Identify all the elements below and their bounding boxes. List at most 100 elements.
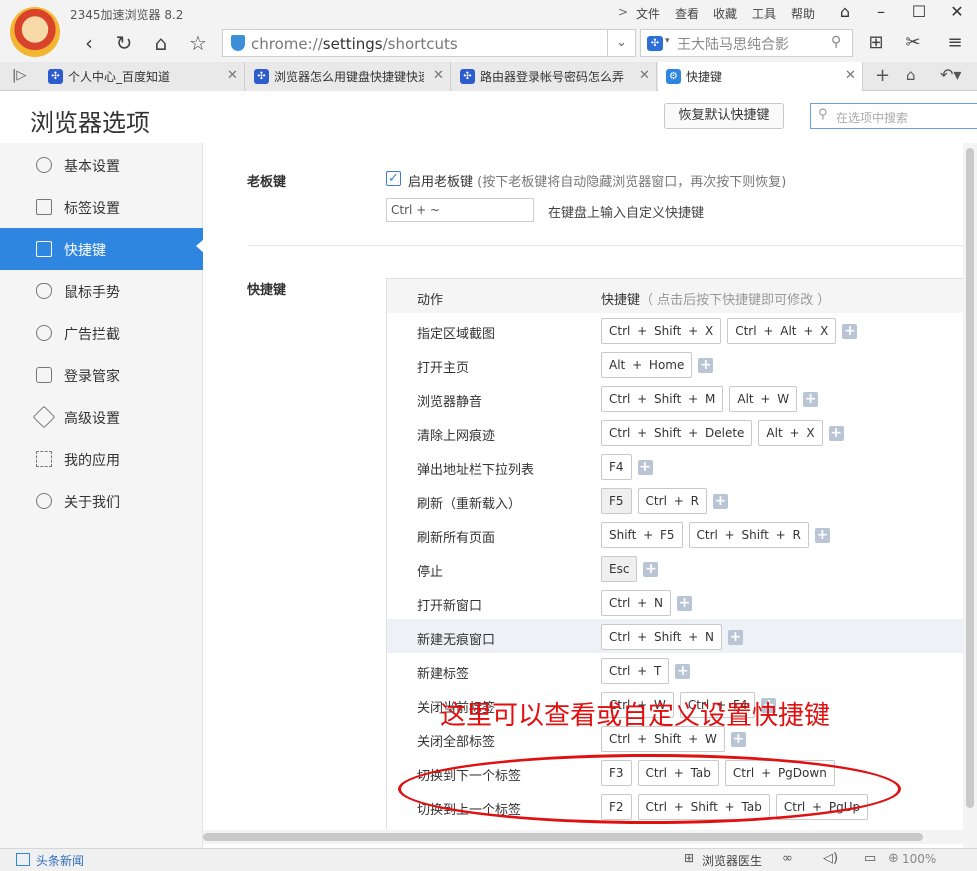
add-shortcut-plus-icon[interactable]: + [698, 357, 714, 373]
volume-icon[interactable]: ◁) [823, 851, 838, 866]
boss-key-input[interactable]: Ctrl + ~ [386, 198, 534, 222]
add-shortcut-plus-icon[interactable]: + [712, 493, 728, 509]
clear-tabs-broom-icon[interactable]: ⌂ [906, 66, 916, 84]
sidebar-item-login-manager[interactable]: 登录管家 [0, 354, 203, 396]
sidebar-item-about[interactable]: 关于我们 [0, 480, 203, 522]
sidebar-item-shortcuts[interactable]: 快捷键 [0, 228, 203, 270]
shortcut-key-box[interactable]: Ctrl + R [637, 488, 707, 514]
apps-grid-icon[interactable]: ⊞ [861, 30, 891, 56]
tab-close-icon[interactable]: ✕ [227, 68, 238, 83]
doctor-icon[interactable]: ⊞ [684, 851, 694, 865]
shortcut-keys: F4 + [601, 454, 653, 480]
baidu-paw-icon[interactable]: ✣ [647, 36, 663, 51]
add-shortcut-plus-icon[interactable]: + [828, 425, 844, 441]
shortcut-key-box[interactable]: Ctrl + Alt + X [727, 318, 837, 344]
tab-close-icon[interactable]: ✕ [845, 68, 856, 83]
sidebar-item-label: 标签设置 [64, 201, 120, 217]
menu-expand-icon[interactable]: > [618, 5, 628, 19]
search-box[interactable]: ✣ ▾ 王大陆马思纯合影 ⚲ [640, 29, 853, 57]
add-shortcut-plus-icon[interactable]: + [675, 663, 691, 679]
shortcut-key-box[interactable]: Ctrl + T [601, 658, 670, 684]
shortcut-key-box[interactable]: Ctrl + Shift + R [688, 522, 809, 548]
tab-shortcuts[interactable]: ⚙ 快捷键 ✕ [658, 62, 863, 91]
maximize-button[interactable]: ☐ [904, 2, 934, 24]
boss-key-checkbox[interactable]: ✓ [386, 171, 401, 186]
menu-view[interactable]: 查看 [675, 5, 699, 22]
zoom-level[interactable]: 100% [902, 852, 936, 866]
engine-dropdown-icon[interactable]: ▾ [665, 36, 670, 46]
shortcut-key-box[interactable]: Ctrl + N [601, 590, 672, 616]
horizontal-scroll-thumb[interactable] [203, 833, 923, 841]
menu-tools[interactable]: 工具 [752, 5, 776, 22]
sidebar-item-label: 登录管家 [64, 369, 120, 385]
shortcut-action-label: 弹出地址栏下拉列表 [417, 463, 535, 478]
add-shortcut-plus-icon[interactable]: + [677, 595, 693, 611]
shortcut-key-box[interactable]: F4 [601, 454, 632, 480]
undo-close-tab-icon[interactable]: ↶▾ [940, 65, 961, 84]
search-icon[interactable]: ⚲ [831, 34, 841, 50]
sidebar-item-label: 快捷键 [64, 243, 106, 259]
screenshot-scissors-icon[interactable]: ✂ [898, 30, 928, 56]
main-menu-icon[interactable]: ≡ [940, 30, 970, 56]
tab-close-icon[interactable]: ✕ [433, 68, 444, 83]
options-search-input[interactable]: ⚲ 在选项中搜索 [810, 103, 977, 129]
tab-label: 个人中心_百度知道 [68, 70, 171, 84]
new-tab-plus-icon[interactable]: + [875, 65, 890, 86]
sidebar-item-adblock[interactable]: 广告拦截 [0, 312, 203, 354]
minimize-button[interactable]: – [866, 2, 896, 24]
sidebar-item-tabs[interactable]: 标签设置 [0, 186, 203, 228]
address-bar[interactable]: chrome://settings/shortcuts [222, 29, 608, 57]
tab-router-login[interactable]: ✣ 路由器登录帐号密码怎么弄 ✕ [452, 62, 657, 91]
back-button[interactable]: ‹ [76, 30, 102, 56]
shortcut-key-box[interactable]: Alt + W [729, 386, 798, 412]
shortcut-key-box[interactable]: Esc [601, 556, 638, 582]
add-shortcut-plus-icon[interactable]: + [842, 323, 858, 339]
vertical-scrollbar[interactable] [963, 143, 977, 848]
display-icon[interactable]: ▭ [864, 851, 876, 866]
sidebar-item-my-apps[interactable]: 我的应用 [0, 438, 203, 480]
mouse-icon [36, 283, 52, 299]
shortcut-key-box[interactable]: Ctrl + Shift + X [601, 318, 722, 344]
add-shortcut-plus-icon[interactable]: + [643, 561, 659, 577]
sidebar-item-advanced[interactable]: 高级设置 [0, 396, 203, 438]
address-dropdown-button[interactable]: ⌄ [608, 29, 636, 57]
app-logo[interactable] [10, 7, 60, 57]
add-shortcut-plus-icon[interactable]: + [730, 731, 746, 747]
vertical-scroll-thumb[interactable] [966, 148, 974, 808]
menu-file[interactable]: 文件 [636, 5, 660, 22]
shortcut-key-box[interactable]: Ctrl + Shift + N [601, 624, 722, 650]
refresh-button[interactable]: ↻ [111, 30, 137, 56]
news-link[interactable]: 头条新闻 [36, 852, 84, 869]
shortcut-key-box[interactable]: Ctrl + Shift + M [601, 386, 724, 412]
add-shortcut-plus-icon[interactable]: + [803, 391, 819, 407]
zoom-icon[interactable]: ⊕ [888, 851, 899, 866]
glasses-icon[interactable]: ∞ [782, 851, 793, 866]
shortcut-key-box[interactable]: F5 [601, 488, 632, 514]
news-icon[interactable] [16, 853, 30, 866]
tab-baidu-zhidao[interactable]: ✣ 个人中心_百度知道 ✕ [40, 62, 245, 91]
restore-default-shortcuts-button[interactable]: 恢复默认快捷键 [664, 103, 784, 129]
menu-favorites[interactable]: 收藏 [713, 5, 737, 22]
add-shortcut-plus-icon[interactable]: + [727, 629, 743, 645]
tab-close-icon[interactable]: ✕ [639, 68, 650, 83]
shortcut-key-box[interactable]: Alt + Home [601, 352, 693, 378]
sidebar-item-mouse-gestures[interactable]: 鼠标手势 [0, 270, 203, 312]
skin-icon[interactable]: ⌂ [830, 2, 860, 24]
favorite-star-button[interactable]: ☆ [185, 30, 211, 56]
browser-doctor-link[interactable]: 浏览器医生 [702, 852, 762, 869]
horizontal-scrollbar[interactable] [203, 830, 963, 844]
tab-keyboard-shortcuts-question[interactable]: ✣ 浏览器怎么用键盘快捷键快速 ✕ [246, 62, 451, 91]
menu-help[interactable]: 帮助 [791, 5, 815, 22]
shortcut-key-box[interactable]: Shift + F5 [601, 522, 683, 548]
close-window-button[interactable]: ✕ [942, 2, 972, 24]
sidebar-item-basic[interactable]: 基本设置 [0, 144, 203, 186]
tab-label: 快捷键 [686, 70, 723, 84]
search-input-text[interactable]: 王大陆马思纯合影 [677, 34, 789, 54]
shortcut-key-box[interactable]: Alt + X [758, 420, 823, 446]
sidebar-toggle-icon[interactable]: |▷ [12, 68, 26, 83]
home-button[interactable]: ⌂ [148, 30, 174, 56]
shortcut-key-box[interactable]: Ctrl + Shift + Delete [601, 420, 753, 446]
address-text: chrome://settings/shortcuts [251, 35, 458, 53]
add-shortcut-plus-icon[interactable]: + [637, 459, 653, 475]
add-shortcut-plus-icon[interactable]: + [814, 527, 830, 543]
